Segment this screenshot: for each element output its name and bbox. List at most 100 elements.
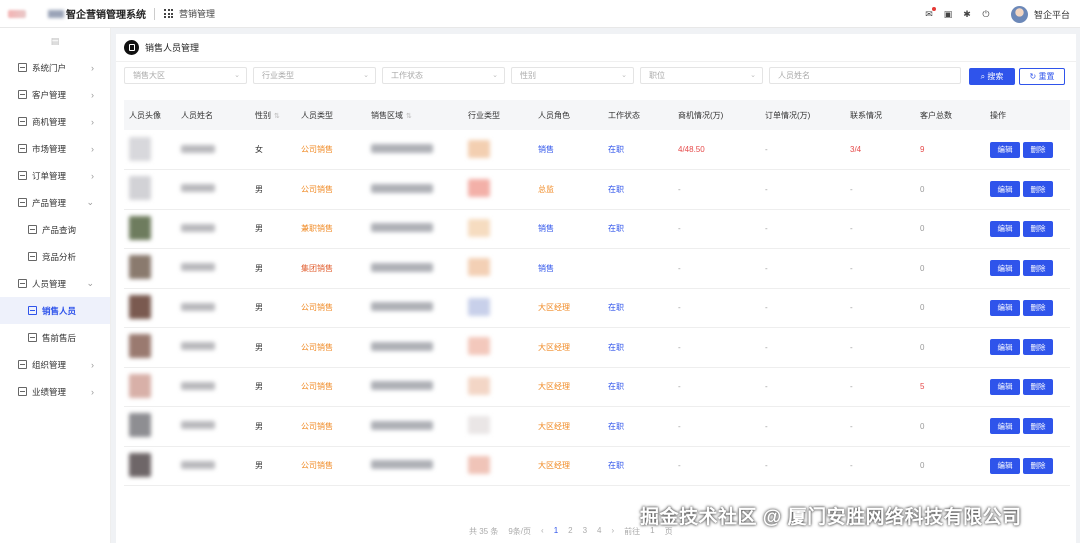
edit-button[interactable]: 编辑: [990, 260, 1020, 277]
reset-button[interactable]: ↻ 重置: [1019, 68, 1065, 85]
reset-label: 重置: [1038, 72, 1055, 81]
page-2[interactable]: 2: [568, 526, 572, 537]
row-actions: 编辑 删除: [990, 457, 1070, 474]
staff-name: [181, 144, 215, 153]
sidebar-item[interactable]: 系统门户 ›: [0, 54, 110, 81]
row-actions: 编辑 删除: [990, 378, 1070, 395]
column-header[interactable]: 性别 ⇅: [250, 100, 296, 130]
staff-type: 兼职销售: [301, 224, 333, 234]
contact-info: -: [850, 303, 853, 313]
contact-info: -: [850, 382, 853, 392]
sidebar-item[interactable]: 订单管理 ›: [0, 162, 110, 189]
opportunity-info: -: [678, 224, 681, 234]
edit-button[interactable]: 编辑: [990, 418, 1020, 435]
sales-region: [371, 420, 433, 430]
avatar: [129, 215, 151, 240]
user-name[interactable]: 智企平台: [1034, 8, 1070, 21]
industry-select[interactable]: 行业类型 ⌄: [253, 67, 376, 84]
name-input[interactable]: 人员姓名: [769, 67, 961, 84]
module-switcher[interactable]: 营销管理: [179, 7, 215, 20]
sidebar-item[interactable]: 销售人员: [0, 297, 110, 324]
delete-button[interactable]: 删除: [1023, 378, 1053, 395]
sidebar-item[interactable]: 商机管理 ›: [0, 108, 110, 135]
chevron-down-icon: ⌄: [750, 72, 756, 79]
search-button[interactable]: ⌕ 搜索: [969, 68, 1015, 85]
industry: [468, 455, 490, 474]
column-header: 客户总数: [915, 100, 985, 130]
position-select[interactable]: 职位 ⌄: [640, 67, 763, 84]
page-3[interactable]: 3: [583, 526, 587, 537]
column-header[interactable]: 销售区域 ⇅: [366, 100, 463, 130]
gender-select[interactable]: 性别 ⌄: [511, 67, 634, 84]
gender: 男: [250, 406, 296, 447]
industry: [468, 297, 490, 316]
next-page-icon[interactable]: ›: [612, 526, 615, 537]
sort-icon[interactable]: ⇅: [406, 113, 412, 120]
sidebar-item[interactable]: 产品管理 ⌄: [0, 189, 110, 216]
delete-button[interactable]: 删除: [1023, 418, 1053, 435]
delete-button[interactable]: 删除: [1023, 457, 1053, 474]
edit-button[interactable]: 编辑: [990, 378, 1020, 395]
message-icon[interactable]: ✉: [924, 7, 936, 19]
edit-button[interactable]: 编辑: [990, 457, 1020, 474]
sidebar-item-label: 人员管理: [32, 278, 67, 289]
delete-button[interactable]: 删除: [1023, 141, 1053, 158]
sidebar-item[interactable]: 组织管理 ›: [0, 351, 110, 378]
edit-button[interactable]: 编辑: [990, 220, 1020, 237]
page-4[interactable]: 4: [597, 526, 601, 537]
gender-placeholder: 性别: [520, 71, 536, 80]
staff-name: [181, 223, 215, 232]
status-select[interactable]: 工作状态 ⌄: [382, 67, 505, 84]
sidebar-item[interactable]: 业绩管理 ›: [0, 378, 110, 405]
edit-button[interactable]: 编辑: [990, 299, 1020, 316]
column-header-label: 商机情况(万): [678, 110, 724, 120]
menu-icon: [18, 360, 27, 369]
sidebar-item[interactable]: 客户管理 ›: [0, 81, 110, 108]
opportunity-info: -: [678, 421, 681, 431]
settings-icon[interactable]: ✱: [962, 9, 972, 19]
power-icon[interactable]: ⏻: [981, 9, 991, 19]
user-avatar[interactable]: [1010, 5, 1028, 23]
opportunity-info: -: [678, 263, 681, 273]
logo-image: [8, 9, 26, 18]
prev-page-icon[interactable]: ‹: [541, 526, 544, 537]
contact-info: -: [850, 421, 853, 431]
edit-button[interactable]: 编辑: [990, 141, 1020, 158]
industry: [468, 218, 490, 237]
sort-icon[interactable]: ⇅: [274, 113, 280, 120]
region-select[interactable]: 销售大区 ⌄: [124, 67, 247, 84]
column-header-label: 行业类型: [468, 110, 500, 120]
table-row: 男公司销售 大区经理 在职 - - - 0 编辑 删除: [124, 406, 1070, 447]
delete-button[interactable]: 删除: [1023, 220, 1053, 237]
delete-button[interactable]: 删除: [1023, 181, 1053, 198]
page-header: 销售人员管理: [116, 34, 1076, 62]
delete-button[interactable]: 删除: [1023, 299, 1053, 316]
staff-type: 公司销售: [301, 461, 333, 471]
apps-grid-icon[interactable]: [164, 9, 173, 18]
sidebar-collapse-icon[interactable]: ▤: [0, 28, 110, 54]
customer-total: 0: [920, 224, 925, 234]
sidebar-item[interactable]: 市场管理 ›: [0, 135, 110, 162]
menu-icon: [18, 144, 27, 153]
staff-role: 大区经理: [538, 421, 570, 431]
page-1[interactable]: 1: [554, 526, 558, 537]
column-header-label: 联系情况: [850, 110, 882, 120]
delete-button[interactable]: 删除: [1023, 260, 1053, 277]
contact-info: -: [850, 224, 853, 234]
avatar: [129, 334, 151, 359]
row-actions: 编辑 删除: [990, 299, 1070, 316]
edit-button[interactable]: 编辑: [990, 181, 1020, 198]
delete-button[interactable]: 删除: [1023, 339, 1053, 356]
document-icon[interactable]: ▣: [943, 9, 953, 19]
sidebar-item[interactable]: 售前售后: [0, 324, 110, 351]
sales-region: [371, 460, 433, 470]
table-row: 男公司销售 大区经理 在职 - - - 5 编辑 删除: [124, 367, 1070, 407]
logo-mark: [48, 9, 64, 18]
sidebar-item[interactable]: 产品查询: [0, 216, 110, 243]
page-size-select[interactable]: 9条/页: [508, 526, 531, 537]
sidebar-item[interactable]: 竞品分析: [0, 243, 110, 270]
edit-button[interactable]: 编辑: [990, 339, 1020, 356]
customer-total: 0: [920, 263, 925, 273]
sidebar-item[interactable]: 人员管理 ⌄: [0, 270, 110, 297]
staff-role: 总监: [538, 184, 554, 194]
